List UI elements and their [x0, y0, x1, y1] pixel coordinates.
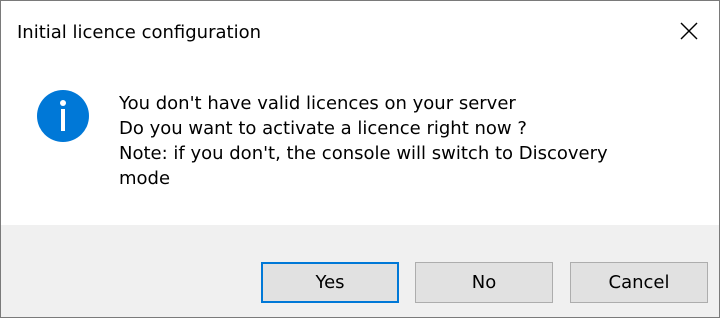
message-line: Note: if you don't, the console will swi…	[119, 143, 608, 164]
message-line: You don't have valid licences on your se…	[119, 93, 516, 114]
close-icon	[680, 22, 698, 40]
licence-dialog: Initial licence configuration You don't …	[0, 0, 720, 318]
close-button[interactable]	[659, 1, 719, 61]
message-line: mode	[119, 168, 171, 189]
message-area: You don't have valid licences on your se…	[1, 61, 719, 225]
info-icon	[37, 90, 89, 142]
button-bar: Yes No Cancel	[1, 225, 719, 317]
no-button[interactable]: No	[415, 262, 553, 303]
message-text: You don't have valid licences on your se…	[119, 91, 699, 191]
yes-button[interactable]: Yes	[261, 262, 399, 303]
cancel-button[interactable]: Cancel	[570, 262, 708, 303]
dialog-title: Initial licence configuration	[17, 22, 262, 43]
title-bar[interactable]: Initial licence configuration	[1, 1, 719, 61]
message-line: Do you want to activate a licence right …	[119, 118, 527, 139]
